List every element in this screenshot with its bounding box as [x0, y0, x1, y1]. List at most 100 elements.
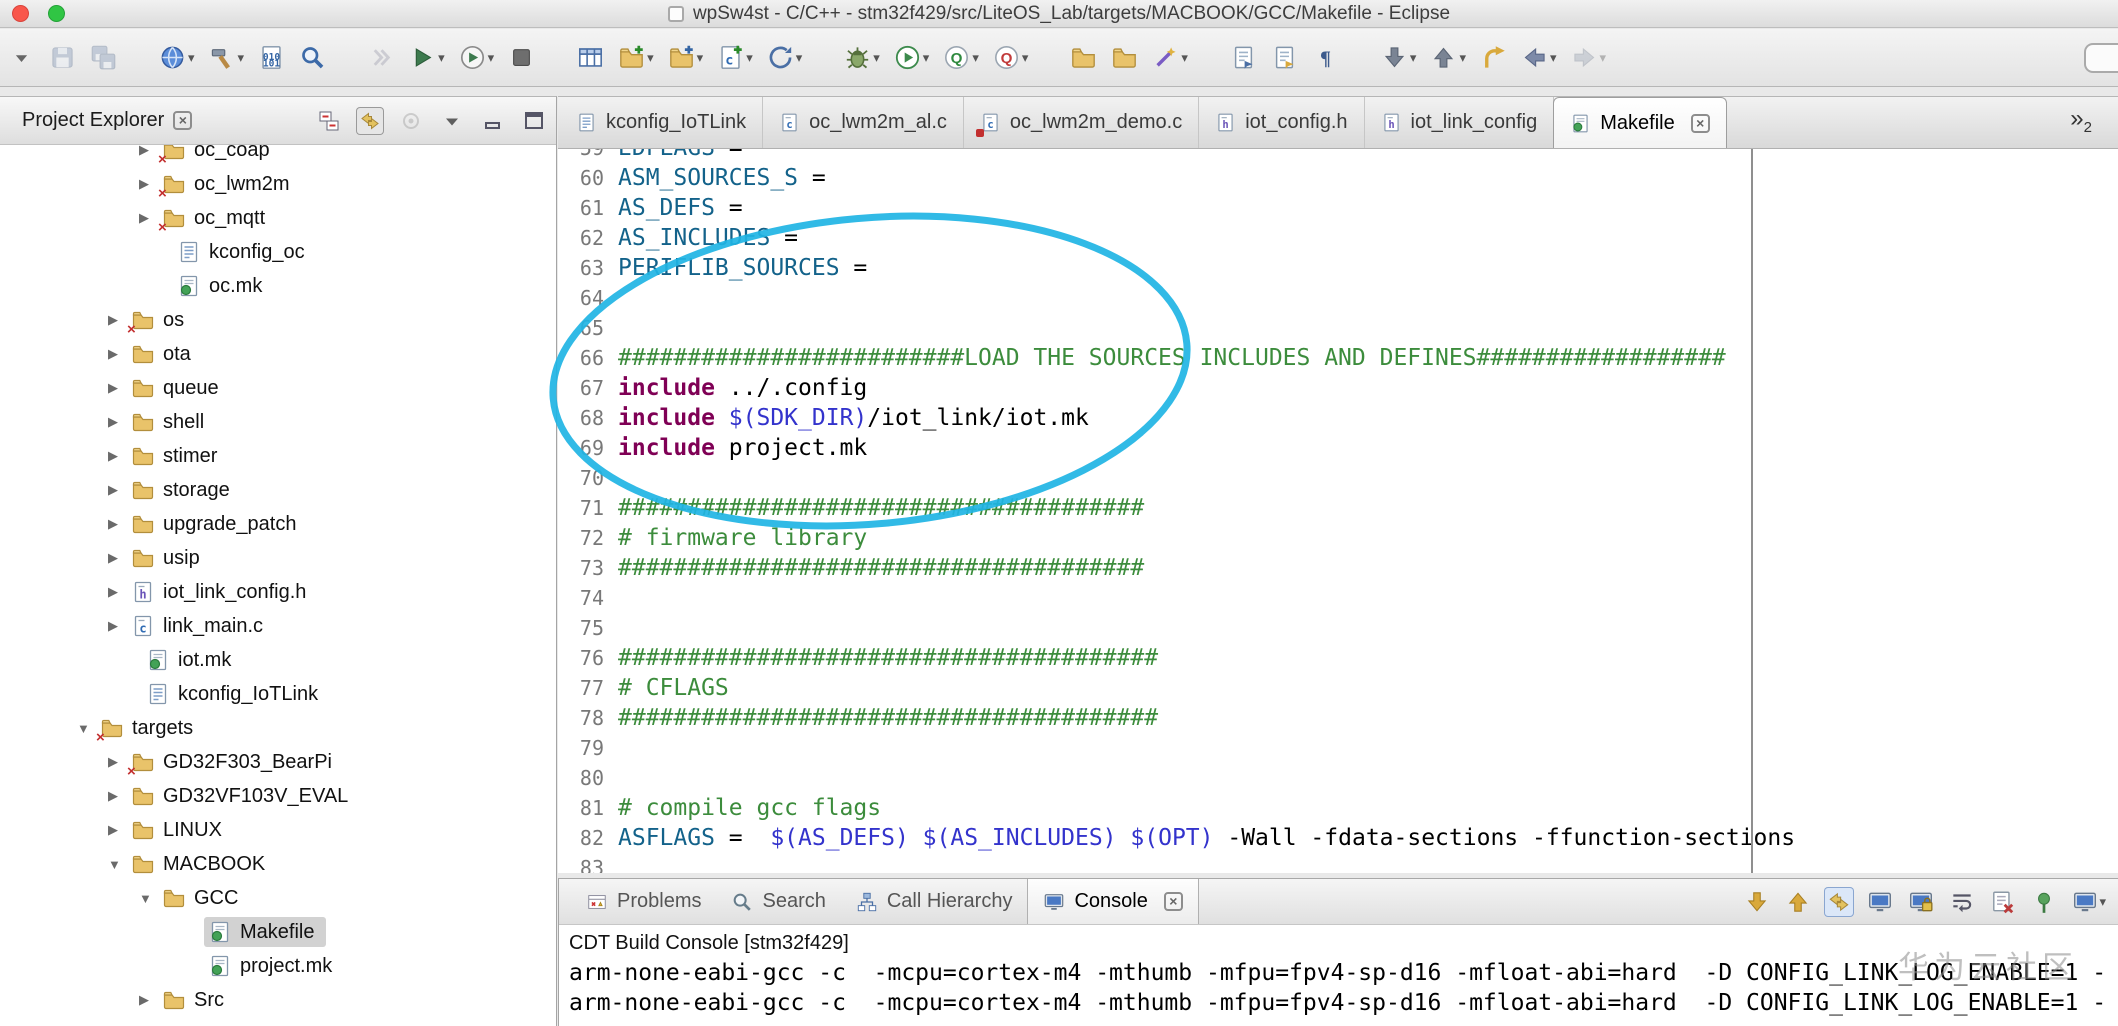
tree-item-kconfig-iotlink[interactable]: kconfig_IoTLink [0, 677, 556, 711]
open-console-button[interactable]: ▾ [2070, 887, 2108, 917]
open-binary-button[interactable]: 010101 [256, 36, 287, 80]
doc-arrow-yellow-button[interactable] [1269, 36, 1300, 80]
tree-item-link-main-c[interactable]: ▶clink_main.c [0, 609, 556, 643]
tree-item-gcc[interactable]: ▼GCC [0, 881, 556, 915]
tree-item-stimer[interactable]: ▶stimer [0, 439, 556, 473]
save-button[interactable] [47, 36, 78, 80]
tab-problems[interactable]: Problems [571, 879, 716, 924]
tree-item-upgrade-patch[interactable]: ▶upgrade_patch [0, 507, 556, 541]
skip-all-breakpoints-button[interactable] [366, 36, 397, 80]
build-active-configuration-button[interactable]: ▾ [765, 36, 805, 80]
build-button[interactable]: ▾ [207, 36, 247, 80]
new-source-folder-button[interactable]: ▾ [666, 36, 706, 80]
back-button[interactable]: ▾ [1519, 36, 1559, 80]
profile-button[interactable]: ▾ [457, 36, 497, 80]
previous-error-button[interactable] [1783, 887, 1813, 917]
new-project-button[interactable] [575, 36, 606, 80]
collapse-all-button[interactable] [315, 107, 343, 135]
expander-icon[interactable]: ▶ [108, 482, 131, 498]
run-q-green-button[interactable]: Q▾ [941, 36, 981, 80]
minimize-view-button[interactable] [479, 107, 507, 135]
next-error-button[interactable] [1742, 887, 1772, 917]
expander-icon[interactable]: ▼ [108, 857, 131, 872]
expander-icon[interactable]: ▶ [108, 618, 131, 634]
forward-button[interactable]: ▾ [1569, 36, 1609, 80]
maximize-view-button[interactable] [520, 107, 548, 135]
clear-console-button[interactable] [1988, 887, 2018, 917]
word-wrap-button[interactable] [1947, 887, 1977, 917]
expander-icon[interactable]: ▶ [108, 788, 131, 804]
display-selected-console-button[interactable] [1865, 887, 1895, 917]
next-annotation-button[interactable]: ▾ [1379, 36, 1419, 80]
tab-search[interactable]: Search [716, 879, 840, 924]
doc-arrow-blue-button[interactable] [1228, 36, 1259, 80]
tree-item-iot-mk[interactable]: iot.mk [0, 643, 556, 677]
debug-button[interactable]: ▾ [842, 36, 882, 80]
tree-item-usip[interactable]: ▶usip [0, 541, 556, 575]
tree-item-linux[interactable]: ▶LINUX [0, 813, 556, 847]
expander-icon[interactable]: ▶ [108, 380, 131, 396]
new-wizard-button[interactable]: ▾ [1150, 36, 1190, 80]
focus-button[interactable] [397, 107, 425, 135]
toolbar-overflow-button[interactable] [6, 36, 37, 80]
run-q-red-button[interactable]: Q▾ [991, 36, 1031, 80]
tree-item-storage[interactable]: ▶storage [0, 473, 556, 507]
run-last-launch-button[interactable]: ▾ [407, 36, 447, 80]
tab-project-explorer[interactable]: Project Explorer × [0, 109, 192, 132]
expander-icon[interactable]: ▶ [108, 448, 131, 464]
code-editor[interactable]: 59EDFLAGS =60ASM_SOURCES_S =61AS_DEFS =6… [558, 149, 2118, 873]
tree-item-project-mk[interactable]: project.mk [0, 949, 556, 983]
tree-item-ota[interactable]: ▶ota [0, 337, 556, 371]
link-with-editor-button[interactable] [356, 107, 384, 135]
project-tree[interactable]: ▶×oc_coap▶×oc_lwm2m▶×oc_mqttkconfig_ococ… [0, 145, 556, 1026]
show-console-on-output-button[interactable] [1824, 887, 1854, 917]
tree-item-queue[interactable]: ▶queue [0, 371, 556, 405]
new-folder-button[interactable]: ▾ [616, 36, 656, 80]
run-button[interactable]: ▾ [892, 36, 932, 80]
tree-item-os[interactable]: ▶×os [0, 303, 556, 337]
expander-icon[interactable]: ▶ [108, 346, 131, 362]
expander-icon[interactable]: ▶ [108, 584, 131, 600]
search-button[interactable] [297, 36, 328, 80]
expander-icon[interactable]: ▶ [139, 992, 162, 1008]
zoom-window-button[interactable] [48, 5, 65, 22]
expander-icon[interactable]: ▶ [108, 516, 131, 532]
console-view[interactable]: CDT Build Console [stm32f429] arm-none-e… [559, 925, 2118, 1018]
expander-icon[interactable]: ▼ [139, 891, 162, 906]
expander-icon[interactable]: ▶ [108, 550, 131, 566]
close-window-button[interactable] [12, 5, 29, 22]
open-folder-2-button[interactable] [1109, 36, 1140, 80]
tree-item-gd32vf103v-eval[interactable]: ▶GD32VF103V_EVAL [0, 779, 556, 813]
quick-access-search[interactable] [2084, 43, 2118, 73]
editor-tab-iot-config-h[interactable]: hiot_config.h [1199, 97, 1364, 148]
editor-tab-iot-link-config[interactable]: hiot_link_config [1365, 97, 1555, 148]
tree-item-kconfig-oc[interactable]: kconfig_oc [0, 235, 556, 269]
tab-console[interactable]: Console× [1027, 879, 1198, 924]
save-all-button[interactable] [88, 36, 119, 80]
tree-item-oc-mqtt[interactable]: ▶×oc_mqtt [0, 201, 556, 235]
editor-tab-kconfig-iotlink[interactable]: kconfig_IoTLink [560, 97, 763, 148]
tree-item-src[interactable]: ▶Src [0, 983, 556, 1017]
editor-tab-makefile[interactable]: Makefile× [1553, 97, 1726, 148]
previous-annotation-button[interactable]: ▾ [1428, 36, 1468, 80]
tab-overflow-chevron[interactable]: »2 [2070, 105, 2092, 136]
tree-item-macbook[interactable]: ▼MACBOOK [0, 847, 556, 881]
tree-item-oc-lwm2m[interactable]: ▶×oc_lwm2m [0, 167, 556, 201]
tree-item-oc-coap[interactable]: ▶×oc_coap [0, 145, 556, 167]
editor-tab-oc-lwm2m-al-c[interactable]: coc_lwm2m_al.c [763, 97, 964, 148]
expander-icon[interactable]: ▶ [108, 822, 131, 838]
tree-item-targets[interactable]: ▼×targets [0, 711, 556, 745]
tree-item-gd32f303-bearpi[interactable]: ▶×GD32F303_BearPi [0, 745, 556, 779]
expander-icon[interactable]: ▶ [108, 414, 131, 430]
tree-item-oc-mk[interactable]: oc.mk [0, 269, 556, 303]
new-source-file-button[interactable]: c▾ [715, 36, 755, 80]
tree-item-makefile[interactable]: Makefile [0, 915, 556, 949]
editor-tab-oc-lwm2m-demo-c[interactable]: coc_lwm2m_demo.c [964, 97, 1199, 148]
close-view-icon[interactable]: × [173, 111, 192, 130]
scroll-lock-button[interactable] [1906, 887, 1936, 917]
close-tab-icon[interactable]: × [1691, 114, 1710, 133]
last-edit-location-button[interactable] [1478, 36, 1509, 80]
tree-item-shell[interactable]: ▶shell [0, 405, 556, 439]
view-menu-button[interactable] [438, 107, 466, 135]
tab-call-hierarchy[interactable]: Call Hierarchy [841, 879, 1028, 924]
